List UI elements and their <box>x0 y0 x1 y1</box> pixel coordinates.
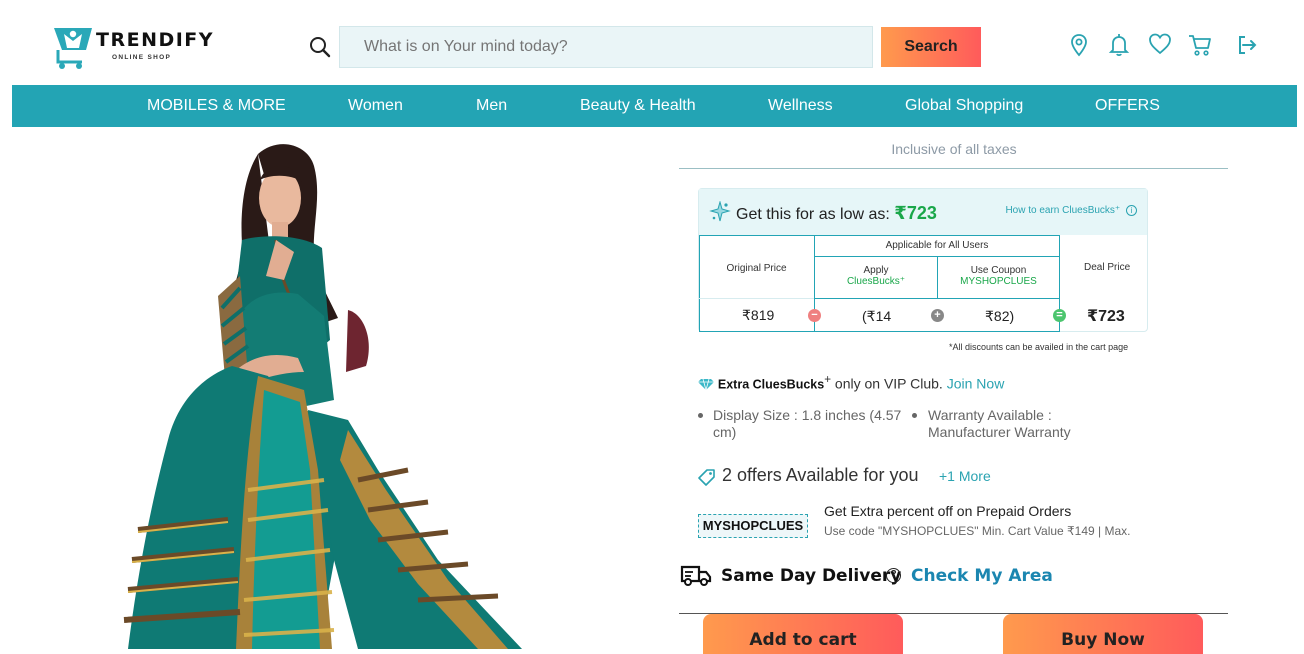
apply-label: Apply <box>863 265 889 276</box>
vip-sup: + <box>824 373 832 386</box>
plus-icon: + <box>931 309 944 322</box>
delivery-truck-icon <box>680 565 712 586</box>
coupon-code-label: MYSHOPCLUES <box>960 276 1037 287</box>
offer-tag-icon <box>698 469 715 486</box>
low-price-value: ₹723 <box>894 203 937 223</box>
cluesbucks-discount-value: (₹14 <box>862 308 892 324</box>
join-now-link[interactable]: Join Now <box>947 376 1005 392</box>
offer-title: Get Extra percent off on Prepaid Orders <box>824 503 1072 519</box>
buy-now-button[interactable]: Buy Now <box>1003 614 1203 654</box>
coupon-discount-value: ₹82) <box>985 308 1015 324</box>
apply-cluesbucks-cell: Apply CluesBucks⁺ <box>814 256 938 299</box>
bell-icon[interactable] <box>1106 32 1132 58</box>
location-icon[interactable] <box>1066 32 1092 58</box>
brand-name: TRENDIFY <box>96 29 215 51</box>
nav-item-men[interactable]: Men <box>476 85 507 127</box>
earn-cluesbucks-link[interactable]: How to earn CluesBucks⁺ i <box>1005 205 1137 216</box>
feature-display-size: Display Size : 1.8 inches (4.57 cm) <box>713 407 902 440</box>
minus-icon: − <box>808 309 821 322</box>
nav-item-beauty-health[interactable]: Beauty & Health <box>580 85 696 127</box>
equals-icon: = <box>1053 309 1066 322</box>
coupon-label: Use Coupon <box>970 265 1027 276</box>
deal-price-label: Deal Price <box>1084 262 1131 273</box>
nav-item-mobiles[interactable]: MOBILES & MORE <box>147 85 286 127</box>
bullet-dot <box>698 413 703 418</box>
vip-bold-text: Extra CluesBucks <box>717 377 825 392</box>
vip-club-offer: Extra CluesBucks+ only on VIP Club. Join… <box>698 373 1004 392</box>
applicable-header: Applicable for All Users <box>814 235 1060 257</box>
low-price-text: Get this for as low as: ₹723 <box>736 203 937 224</box>
divider <box>679 168 1228 169</box>
earn-link-text: How to earn CluesBucks⁺ <box>1005 205 1121 216</box>
low-price-label: Get this for as low as: <box>736 206 890 223</box>
taxes-note: Inclusive of all taxes <box>891 141 1017 157</box>
help-icon[interactable]: ? <box>886 568 901 583</box>
logout-icon[interactable] <box>1234 32 1260 58</box>
check-my-area-link[interactable]: Check My Area <box>911 566 1053 586</box>
same-day-delivery-label: Same Day Delivery <box>721 566 902 586</box>
product-image[interactable] <box>108 140 548 649</box>
logo-cart-icon <box>54 28 92 69</box>
search-button[interactable]: Search <box>881 27 981 67</box>
original-price-label: Original Price <box>726 263 787 274</box>
offers-title: 2 offers Available for you <box>722 465 919 485</box>
vip-text: only on VIP Club. <box>831 375 947 392</box>
row-divider <box>699 298 814 299</box>
use-coupon-cell: Use Coupon MYSHOPCLUES <box>937 256 1060 299</box>
info-icon[interactable]: i <box>1126 205 1137 216</box>
nav-item-global-shopping[interactable]: Global Shopping <box>905 85 1023 127</box>
more-offers-link[interactable]: +1 More <box>939 468 991 484</box>
category-nav: MOBILES & MORE Women Men Beauty & Health… <box>12 85 1297 127</box>
nav-item-offers[interactable]: OFFERS <box>1095 85 1160 127</box>
deal-price-value: ₹723 <box>1087 308 1125 325</box>
low-price-banner: Get this for as low as: ₹723 How to earn… <box>699 189 1147 235</box>
apply-sub-label: CluesBucks⁺ <box>846 276 906 287</box>
heart-icon[interactable] <box>1147 31 1173 57</box>
header: TRENDIFY ONLINE SHOP Search <box>0 0 1304 85</box>
nav-item-wellness[interactable]: Wellness <box>768 85 833 127</box>
sparkle-icon <box>709 201 731 222</box>
search-icon[interactable] <box>309 36 331 58</box>
discount-note: *All discounts can be availed in the car… <box>949 342 1129 352</box>
cart-icon[interactable] <box>1187 32 1213 58</box>
brand-logo[interactable]: TRENDIFY ONLINE SHOP <box>52 26 215 72</box>
coupon-code-badge[interactable]: MYSHOPCLUES <box>698 514 808 538</box>
price-breakdown-card: Get this for as low as: ₹723 How to earn… <box>698 188 1148 332</box>
offer-description: Use code "MYSHOPCLUES" Min. Cart Value ₹… <box>824 524 1131 538</box>
feature-warranty: Warranty Available : Manufacturer Warran… <box>928 407 1071 440</box>
bullet-dot <box>912 413 917 418</box>
add-to-cart-button[interactable]: Add to cart <box>703 614 903 654</box>
diamond-icon <box>698 377 714 392</box>
brand-tagline: ONLINE SHOP <box>112 54 172 61</box>
search-input[interactable] <box>339 26 873 68</box>
nav-item-women[interactable]: Women <box>348 85 403 127</box>
original-price-value: ₹819 <box>742 307 775 323</box>
